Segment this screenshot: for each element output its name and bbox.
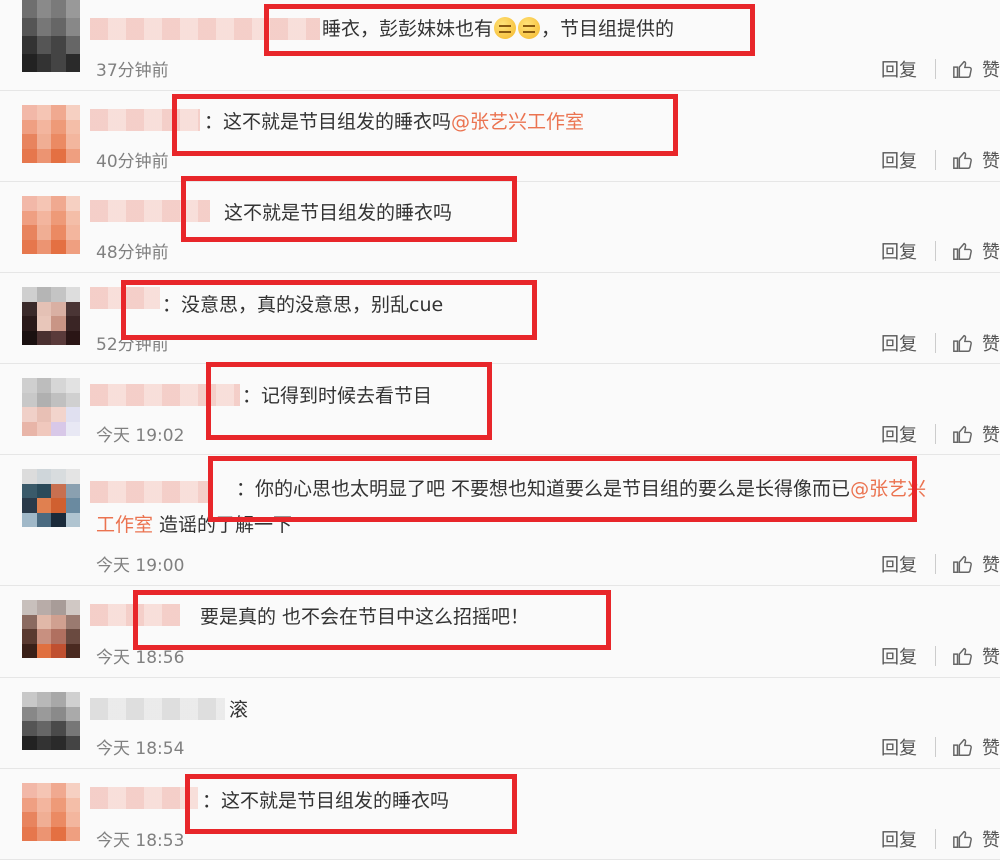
timestamp: 今天 18:54 <box>96 739 185 759</box>
like-button[interactable]: 赞 <box>982 643 1000 669</box>
comment-body: 滚 <box>229 699 249 721</box>
thumbs-up-icon[interactable] <box>952 645 974 667</box>
highlight-box <box>172 94 678 156</box>
timestamp: 48分钟前 <box>96 243 169 263</box>
reply-button[interactable]: 回复 <box>881 643 917 669</box>
highlight-box <box>133 590 611 650</box>
divider <box>935 59 936 79</box>
avatar[interactable] <box>22 196 80 254</box>
divider <box>935 241 936 261</box>
thumbs-up-icon[interactable] <box>952 240 974 262</box>
avatar[interactable] <box>22 469 80 527</box>
thumbs-up-icon[interactable] <box>952 332 974 354</box>
reply-button[interactable]: 回复 <box>881 238 917 264</box>
comment-item: ：记得到时候去看节目 今天 19:02 回复 赞 <box>0 362 1000 455</box>
thumbs-up-icon[interactable] <box>952 736 974 758</box>
reply-button[interactable]: 回复 <box>881 826 917 852</box>
like-button[interactable]: 赞 <box>982 734 1000 760</box>
timestamp: 今天 19:00 <box>96 556 185 576</box>
like-button[interactable]: 赞 <box>982 421 1000 447</box>
reply-button[interactable]: 回复 <box>881 147 917 173</box>
thumbs-up-icon[interactable] <box>952 423 974 445</box>
highlight-box <box>206 362 492 440</box>
avatar[interactable] <box>22 600 80 658</box>
highlight-box <box>121 280 537 340</box>
comment-item: ：这不就是节目组发的睡衣吗 今天 18:53 回复 赞 <box>0 769 1000 860</box>
comment-actions: 回复 赞 <box>881 147 1000 173</box>
highlight-box <box>264 4 755 56</box>
username-blurred[interactable] <box>90 698 225 720</box>
highlight-box <box>181 176 517 242</box>
highlight-box <box>185 774 517 834</box>
username-blurred[interactable] <box>90 787 198 809</box>
avatar[interactable] <box>22 692 80 750</box>
divider <box>935 829 936 849</box>
username-blurred[interactable] <box>90 481 210 503</box>
like-button[interactable]: 赞 <box>982 330 1000 356</box>
avatar[interactable] <box>22 378 80 436</box>
comment-item: ：这不就是节目组发的睡衣吗@张艺兴工作室 40分钟前 回复 赞 <box>0 91 1000 182</box>
mention-link-continued[interactable]: 工作室 <box>96 514 153 536</box>
reply-button[interactable]: 回复 <box>881 330 917 356</box>
thumbs-up-icon[interactable] <box>952 828 974 850</box>
thumbs-up-icon[interactable] <box>952 58 974 80</box>
comment-item: 要是真的 也不会在节目中这么招摇吧！ 今天 18:56 回复 赞 <box>0 586 1000 678</box>
avatar[interactable] <box>22 287 80 345</box>
like-button[interactable]: 赞 <box>982 551 1000 577</box>
reply-button[interactable]: 回复 <box>881 421 917 447</box>
avatar[interactable] <box>22 783 80 841</box>
thumbs-up-icon[interactable] <box>952 553 974 575</box>
timestamp: 37分钟前 <box>96 61 169 81</box>
like-button[interactable]: 赞 <box>982 826 1000 852</box>
avatar[interactable] <box>22 105 80 163</box>
comment-actions: 回复 赞 <box>881 734 1000 760</box>
divider <box>935 554 936 574</box>
timestamp: 今天 18:53 <box>96 831 185 851</box>
divider <box>935 737 936 757</box>
divider <box>935 333 936 353</box>
divider <box>935 150 936 170</box>
like-button[interactable]: 赞 <box>982 238 1000 264</box>
comment-item: ：你的心思也太明显了吧 不要想也知道要么是节目组的要么是长得像而已@张艺兴 工作… <box>0 455 1000 586</box>
thumbs-up-icon[interactable] <box>952 149 974 171</box>
comment-actions: 回复 赞 <box>881 551 1000 577</box>
timestamp: 今天 19:02 <box>96 426 185 446</box>
comment-item: 这不就是节目组发的睡衣吗 48分钟前 回复 赞 <box>0 176 1000 273</box>
comment-text: 滚 <box>229 698 248 722</box>
timestamp: 40分钟前 <box>96 152 169 172</box>
comment-actions: 回复 赞 <box>881 826 1000 852</box>
divider <box>935 424 936 444</box>
like-button[interactable]: 赞 <box>982 147 1000 173</box>
reply-button[interactable]: 回复 <box>881 734 917 760</box>
reply-button[interactable]: 回复 <box>881 551 917 577</box>
comment-actions: 回复 赞 <box>881 643 1000 669</box>
comment-item: ：没意思，真的没意思，别乱cue 52分钟前 回复 赞 <box>0 273 1000 364</box>
reply-button[interactable]: 回复 <box>881 56 917 82</box>
comment-actions: 回复 赞 <box>881 421 1000 447</box>
avatar[interactable] <box>22 0 80 72</box>
comment-actions: 回复 赞 <box>881 238 1000 264</box>
highlight-box <box>208 456 917 522</box>
comment-actions: 回复 赞 <box>881 56 1000 82</box>
comment-item: 睡衣，彭彭妹妹也有 ，节目组提供的 37分钟前 回复 赞 <box>0 0 1000 91</box>
comment-item: 滚 今天 18:54 回复 赞 <box>0 678 1000 769</box>
comment-actions: 回复 赞 <box>881 330 1000 356</box>
divider <box>935 646 936 666</box>
like-button[interactable]: 赞 <box>982 56 1000 82</box>
